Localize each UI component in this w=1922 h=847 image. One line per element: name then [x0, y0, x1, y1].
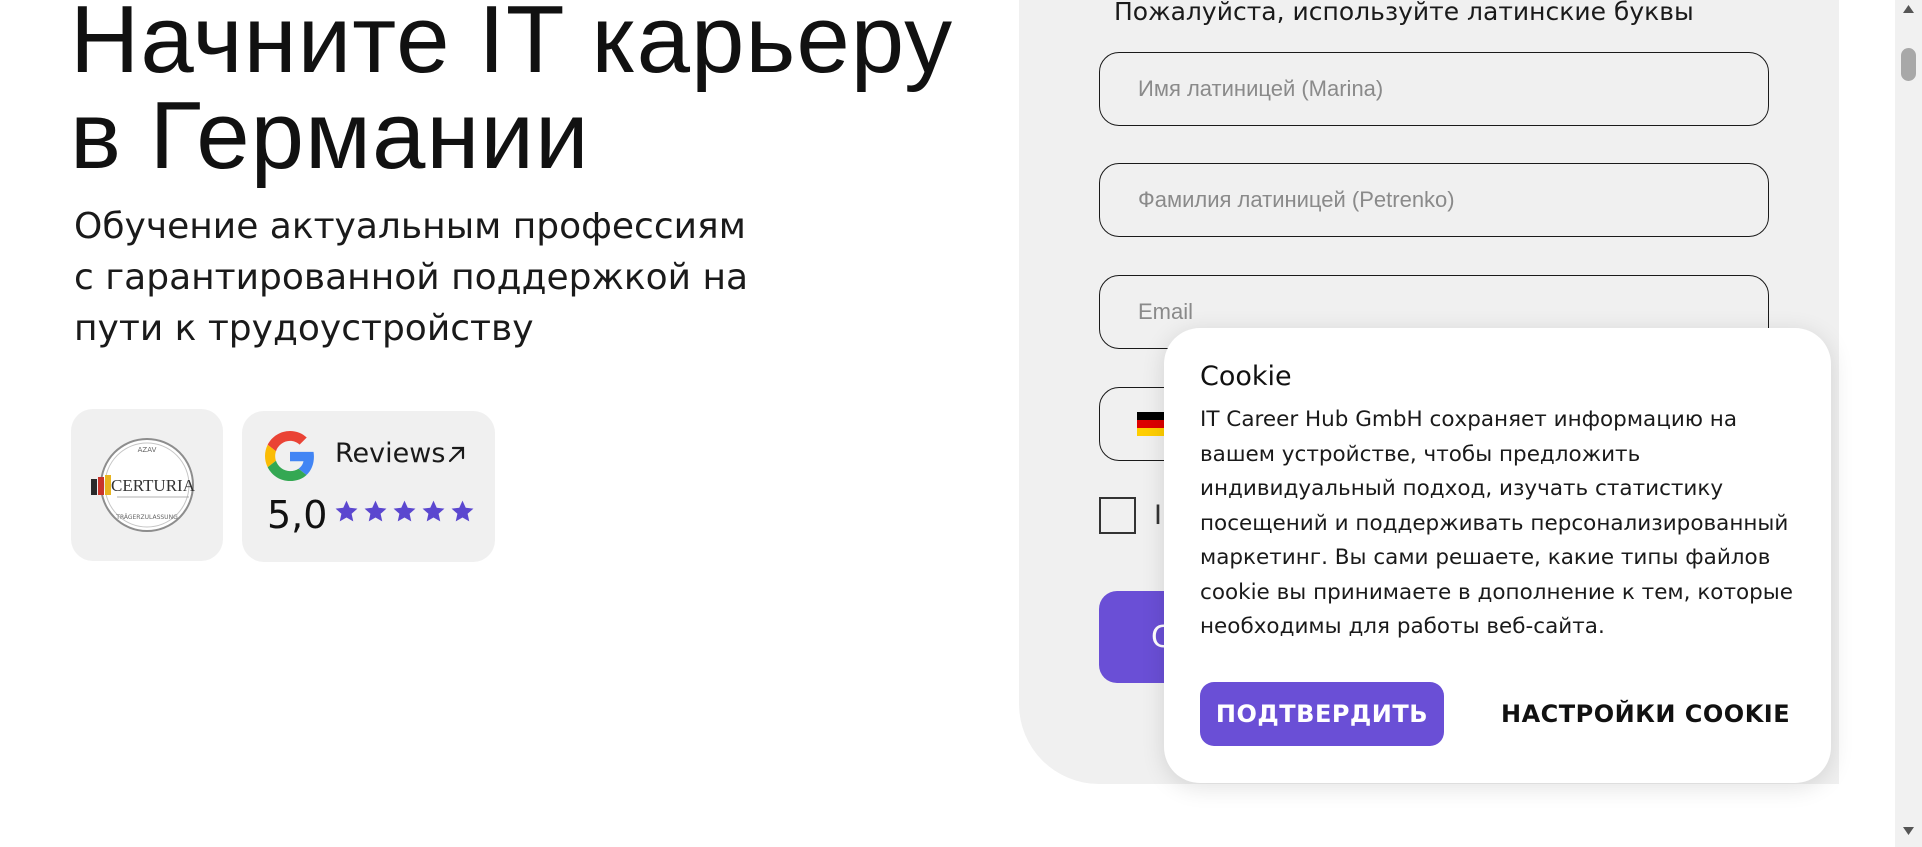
germany-flag-icon	[1137, 412, 1165, 436]
rating-stars	[334, 499, 475, 524]
cookie-settings-button[interactable]: НАСТРОЙКИ COOKIE	[1501, 682, 1790, 746]
star-icon	[335, 500, 358, 522]
reviews-badge[interactable]: Reviews 5,0	[242, 411, 495, 562]
reviews-label: Reviews	[335, 438, 446, 469]
page-scrollbar[interactable]	[1895, 0, 1922, 847]
cookie-title: Cookie	[1200, 361, 1292, 392]
scroll-thumb[interactable]	[1901, 48, 1916, 81]
last-name-input[interactable]: Фамилия латиницей (Petrenko)	[1099, 163, 1769, 237]
hero-title-line1: Начните IT карьеру	[70, 0, 954, 93]
scroll-down-arrow-icon[interactable]	[1903, 827, 1914, 835]
consent-checkbox-label: I	[1154, 500, 1162, 531]
star-icon	[451, 500, 474, 522]
hero-title-line2: в Германии	[70, 82, 590, 189]
first-name-input[interactable]: Имя латиницей (Marina)	[1099, 52, 1769, 126]
arrow-up-right-icon	[448, 446, 465, 463]
svg-text:CERTURIA: CERTURIA	[111, 476, 196, 495]
cookie-confirm-button[interactable]: ПОДТВЕРДИТЬ	[1200, 682, 1444, 746]
cookie-consent-modal: Cookie IT Career Hub GmbH сохраняет инфо…	[1164, 328, 1831, 783]
form-hint: Пожалуйста, используйте латинские буквы	[1114, 0, 1694, 26]
email-placeholder: Email	[1138, 299, 1194, 324]
first-name-placeholder: Имя латиницей (Marina)	[1138, 76, 1384, 101]
star-icon	[422, 500, 445, 522]
star-icon	[393, 500, 416, 522]
rating-value: 5,0	[267, 493, 328, 537]
consent-checkbox[interactable]	[1099, 497, 1136, 534]
svg-text:AZAV: AZAV	[138, 446, 157, 454]
hero-title: Начните IT карьеру в Германии	[70, 0, 1010, 184]
cookie-text: IT Career Hub GmbH сохраняет информацию …	[1200, 407, 1793, 639]
google-icon	[265, 431, 314, 481]
certuria-badge: AZAV CERTURIA TRÄGERZULASSUNG	[71, 409, 223, 561]
hero-subtitle: Обучение актуальным профессиям с гаранти…	[74, 206, 749, 349]
star-icon	[364, 500, 387, 522]
certuria-logo: AZAV CERTURIA TRÄGERZULASSUNG	[91, 438, 196, 532]
svg-text:TRÄGERZULASSUNG: TRÄGERZULASSUNG	[115, 514, 178, 521]
last-name-placeholder: Фамилия латиницей (Petrenko)	[1138, 187, 1455, 212]
scroll-up-arrow-icon[interactable]	[1903, 5, 1914, 13]
